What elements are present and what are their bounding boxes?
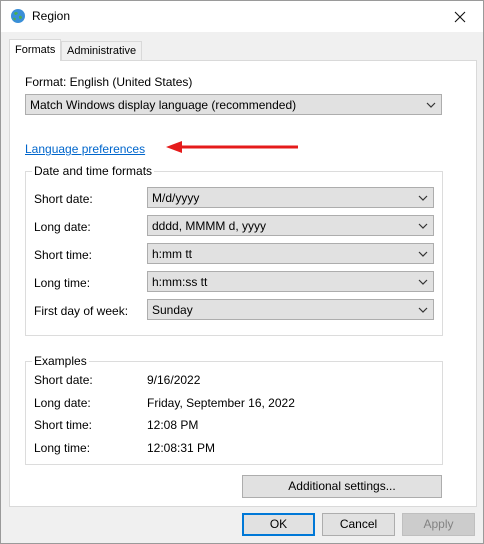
example-short-date-label: Short date: bbox=[34, 373, 93, 387]
region-dialog: Region Formats Administrative Format: En… bbox=[0, 0, 484, 544]
tab-administrative[interactable]: Administrative bbox=[61, 41, 143, 60]
chevron-down-icon bbox=[418, 223, 428, 229]
example-short-time-label: Short time: bbox=[34, 418, 93, 432]
first-day-dropdown[interactable]: Sunday bbox=[147, 299, 434, 320]
long-date-dropdown[interactable]: dddd, MMMM d, yyyy bbox=[147, 215, 434, 236]
date-time-formats-group: Date and time formats Short date: M/d/yy… bbox=[25, 164, 443, 336]
example-long-time-value: 12:08:31 PM bbox=[147, 441, 216, 455]
ok-button[interactable]: OK bbox=[242, 513, 315, 536]
long-time-dropdown[interactable]: h:mm:ss tt bbox=[147, 271, 434, 292]
short-date-label: Short date: bbox=[34, 192, 93, 206]
red-annotation-arrow-icon bbox=[166, 141, 298, 153]
long-time-label: Long time: bbox=[34, 276, 91, 290]
short-date-value: M/d/yyyy bbox=[152, 191, 200, 205]
chevron-down-icon bbox=[418, 251, 428, 257]
chevron-down-icon bbox=[418, 195, 428, 201]
chevron-down-icon bbox=[418, 279, 428, 285]
cancel-button[interactable]: Cancel bbox=[322, 513, 395, 536]
example-short-time-value: 12:08 PM bbox=[147, 418, 199, 432]
long-date-value: dddd, MMMM d, yyyy bbox=[152, 219, 267, 233]
close-icon bbox=[454, 11, 466, 22]
close-button[interactable] bbox=[437, 1, 483, 32]
short-time-value: h:mm tt bbox=[152, 247, 193, 261]
short-date-dropdown[interactable]: M/d/yyyy bbox=[147, 187, 434, 208]
examples-group-title: Examples bbox=[32, 354, 89, 368]
example-long-time-label: Long time: bbox=[34, 441, 91, 455]
title-bar[interactable]: Region bbox=[1, 1, 483, 32]
formats-panel: Format: English (United States) Match Wi… bbox=[9, 60, 477, 507]
date-time-group-title: Date and time formats bbox=[32, 164, 155, 178]
long-date-label: Long date: bbox=[34, 220, 91, 234]
short-time-dropdown[interactable]: h:mm tt bbox=[147, 243, 434, 264]
tab-formats[interactable]: Formats bbox=[9, 39, 62, 61]
window-title: Region bbox=[32, 9, 71, 23]
apply-button[interactable]: Apply bbox=[402, 513, 475, 536]
long-time-value: h:mm:ss tt bbox=[152, 275, 208, 289]
first-day-label: First day of week: bbox=[34, 304, 129, 318]
short-time-label: Short time: bbox=[34, 248, 93, 262]
chevron-down-icon bbox=[418, 307, 428, 313]
example-long-date-label: Long date: bbox=[34, 396, 91, 410]
examples-group: Examples Short date: 9/16/2022 Long date… bbox=[25, 354, 443, 465]
additional-settings-button[interactable]: Additional settings... bbox=[242, 475, 442, 498]
globe-icon bbox=[11, 9, 25, 23]
first-day-value: Sunday bbox=[152, 303, 193, 317]
example-long-date-value: Friday, September 16, 2022 bbox=[147, 396, 295, 410]
example-short-date-value: 9/16/2022 bbox=[147, 373, 201, 387]
